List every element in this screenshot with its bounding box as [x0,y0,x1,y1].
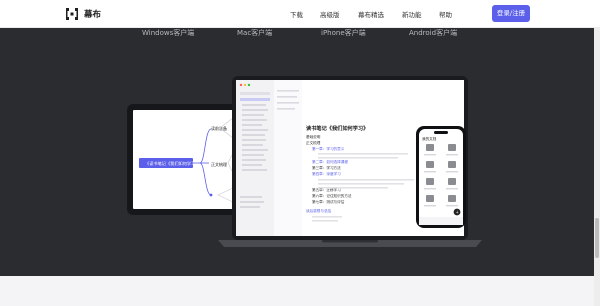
page-scrollbar[interactable] [594,28,600,306]
brand-logo[interactable]: 幕布 [66,7,101,21]
doc-line: 读后感想与总结 [306,208,332,213]
login-register-button[interactable]: 登录/注册 [492,5,530,22]
brand-name: 幕布 [84,10,102,20]
nav-pro[interactable]: 高级版 [320,9,340,19]
doc-line: 第一章：学习的意义 [312,146,345,151]
nav-featured[interactable]: 幕布精选 [358,9,384,19]
scrollbar-thumb[interactable] [595,218,599,258]
download-showcase: Windows客户端 Mac客户端 iPhone客户端 Android客户端 《… [0,28,600,276]
page: 幕布 下载 高级版 幕布精选 新功能 帮助 登录/注册 Windows客户端 M… [0,0,600,306]
top-navbar: 幕布 下载 高级版 幕布精选 新功能 帮助 登录/注册 [0,0,600,28]
doc-line: 第三章：学习方法 [312,165,341,170]
mubu-logo-icon [66,8,78,20]
phone-device: 我的文档 + [416,126,466,228]
doc-line: 基础说明 [306,134,321,139]
doc-line: 第六章：记住知识的方法 [312,193,352,198]
devices-illustration: 《读书笔记《我们如何学习》 读前准备 正文梳理 读书笔记《我们如何学习》 基础说… [127,76,482,247]
doc-line: 第七章：测试与评估 [312,199,345,204]
page-bottom-section [0,276,600,306]
nav-download[interactable]: 下载 [290,9,303,19]
mindmap-node-prep: 读前准备 [211,125,227,131]
doc-title: 读书笔记《我们如何学习》 [306,124,368,132]
mindmap-root-label: 《读书笔记《我们如何学习》 [145,160,199,167]
doc-line: 第四章：深度学习 [312,171,341,176]
nav-new-features[interactable]: 新功能 [402,9,422,19]
doc-line: 第二章：如何选择课程 [312,159,348,164]
svg-text:+: + [456,209,459,214]
phone-header: 我的文档 [422,136,437,141]
nav-help[interactable]: 帮助 [439,9,452,19]
doc-line: 正文梳理 [306,140,321,145]
mindmap-node-body: 正文梳理 [211,161,227,167]
tablet-device: 《读书笔记《我们如何学习》 读前准备 正文梳理 [127,104,239,215]
